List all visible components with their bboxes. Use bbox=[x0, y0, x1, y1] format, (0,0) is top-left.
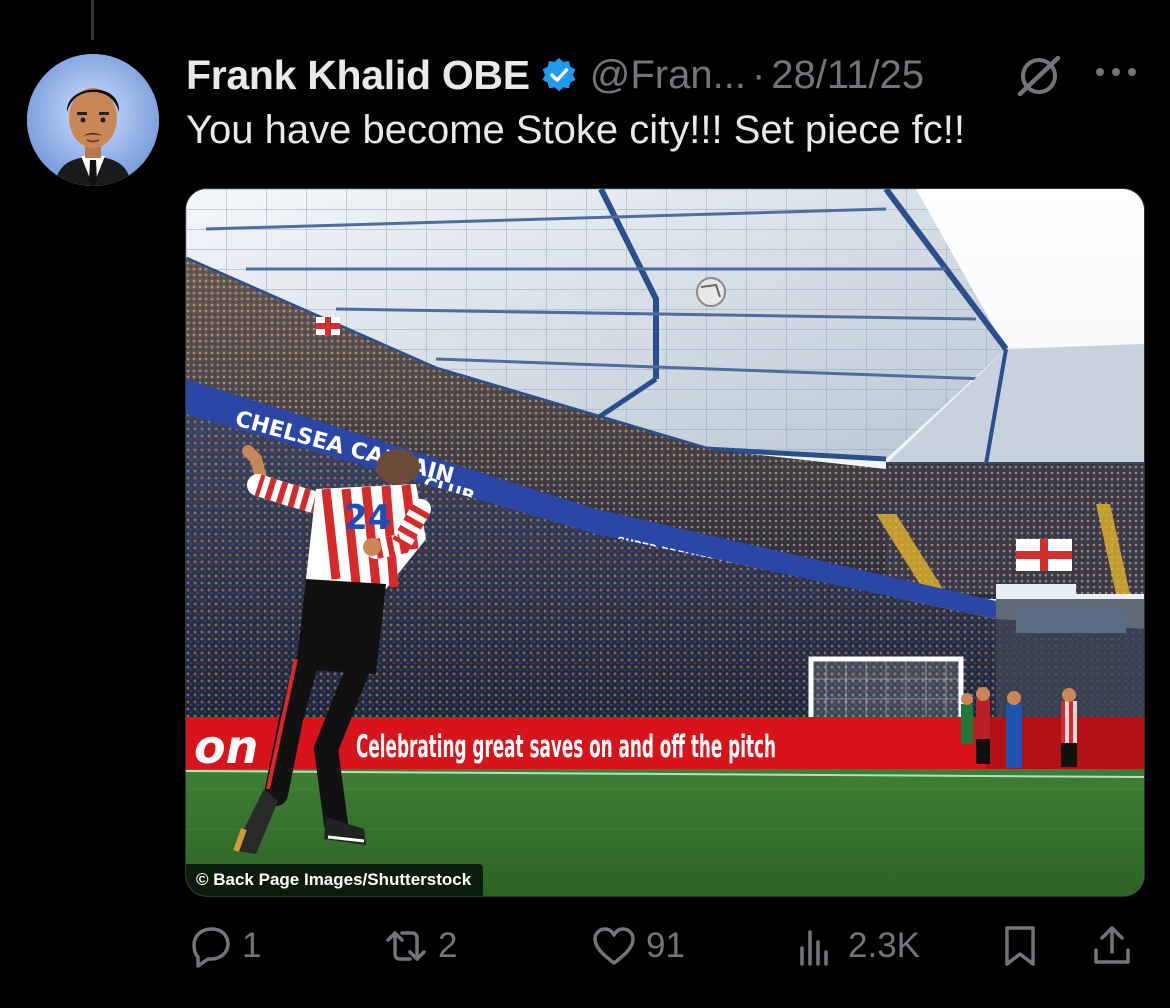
tweet-date[interactable]: 28/11/25 bbox=[771, 53, 924, 98]
like-count: 91 bbox=[646, 926, 685, 965]
tweet-text: You have become Stoke city!!! Set piece … bbox=[186, 108, 965, 152]
like-button[interactable]: 91 bbox=[590, 918, 685, 974]
retweet-icon bbox=[382, 922, 430, 970]
separator-dot: · bbox=[751, 52, 766, 97]
ad-board-text: Celebrating great saves on and off the p… bbox=[356, 729, 776, 765]
grok-icon[interactable] bbox=[1016, 54, 1062, 98]
views-count: 2.3K bbox=[848, 926, 920, 965]
views-button[interactable]: 2.3K bbox=[792, 918, 920, 974]
share-icon bbox=[1088, 922, 1136, 970]
avatar[interactable] bbox=[27, 54, 159, 186]
more-icon[interactable] bbox=[1094, 60, 1138, 84]
image-credit: © Back Page Images/Shutterstock bbox=[186, 864, 484, 896]
player-number: 24 bbox=[344, 498, 391, 538]
reply-button[interactable]: 1 bbox=[186, 918, 261, 974]
views-icon bbox=[792, 922, 840, 970]
stadium-photo: CHELSEA CAPTAIN CLUB SUPER PREMIER LEAGU… bbox=[186, 189, 1144, 896]
svg-text:on: on bbox=[194, 720, 258, 774]
bookmark-button[interactable] bbox=[996, 918, 1044, 974]
share-button[interactable] bbox=[1088, 918, 1136, 974]
retweet-count: 2 bbox=[438, 926, 458, 965]
tweet[interactable]: Frank Khalid OBE @Fran... · 28/11/25 You… bbox=[0, 0, 1170, 1008]
reply-icon bbox=[186, 922, 234, 970]
author-handle[interactable]: @Fran... bbox=[590, 53, 746, 98]
avatar-illustration bbox=[27, 54, 159, 186]
tweet-media-image[interactable]: CHELSEA CAPTAIN CLUB SUPER PREMIER LEAGU… bbox=[185, 188, 1145, 897]
tweet-header: Frank Khalid OBE @Fran... · 28/11/25 bbox=[186, 50, 924, 100]
author-name[interactable]: Frank Khalid OBE bbox=[186, 52, 530, 99]
thread-line bbox=[91, 0, 94, 40]
tweet-actions: 1 2 91 2.3K bbox=[186, 918, 1146, 974]
reply-count: 1 bbox=[242, 926, 262, 965]
retweet-button[interactable]: 2 bbox=[382, 918, 457, 974]
like-icon bbox=[590, 922, 638, 970]
bookmark-icon bbox=[996, 922, 1044, 970]
verified-icon[interactable] bbox=[540, 56, 578, 94]
